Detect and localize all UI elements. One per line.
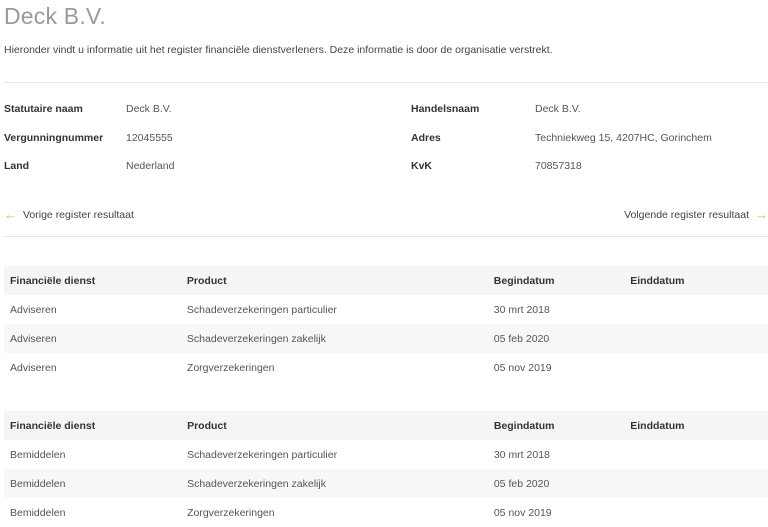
- vergunningnummer-value: 12045555: [126, 132, 173, 144]
- col-header-einddatum: Einddatum: [624, 411, 768, 440]
- table-row: Bemiddelen Zorgverzekeringen 05 nov 2019: [4, 498, 768, 527]
- services-table-adviseren: Financiële dienst Product Begindatum Ein…: [4, 266, 768, 382]
- divider: [4, 82, 768, 83]
- divider: [4, 236, 768, 237]
- cell-product: Schadeverzekeringen zakelijk: [181, 469, 488, 498]
- kvk-value: 70857318: [535, 160, 582, 172]
- col-header-begindatum: Begindatum: [487, 411, 625, 440]
- land-value: Nederland: [126, 160, 175, 172]
- cell-begindatum: 05 nov 2019: [493, 361, 552, 374]
- col-header-einddatum: Einddatum: [624, 266, 768, 295]
- prev-result-link[interactable]: ← Vorige register resultaat: [4, 208, 134, 221]
- cell-einddatum: [624, 353, 768, 382]
- cell-product: Zorgverzekeringen: [187, 506, 275, 519]
- cell-dienst: Bemiddelen: [4, 469, 182, 498]
- table-row: Adviseren Schadeverzekeringen particulie…: [4, 295, 768, 324]
- land-label: Land: [4, 160, 30, 172]
- cell-einddatum: [624, 469, 768, 498]
- cell-dienst: Adviseren: [10, 361, 57, 374]
- col-header-product: Product: [180, 266, 488, 295]
- col-header-financiele-dienst: Financiële dienst: [4, 411, 182, 440]
- cell-product: Schadeverzekeringen zakelijk: [180, 324, 488, 353]
- prev-result-label: Vorige register resultaat: [23, 208, 134, 221]
- cell-dienst: Bemiddelen: [10, 506, 66, 519]
- cell-dienst: Bemiddelen: [10, 448, 66, 461]
- table-row: Adviseren Zorgverzekeringen 05 nov 2019: [4, 353, 768, 382]
- cell-einddatum: [624, 498, 768, 527]
- cell-begindatum: 30 mrt 2018: [493, 448, 550, 461]
- statutaire-naam-value: Deck B.V.: [126, 103, 172, 115]
- cell-einddatum: [624, 324, 768, 353]
- vergunningnummer-label: Vergunningnummer: [4, 132, 104, 144]
- services-table-bemiddelen: Financiële dienst Product Begindatum Ein…: [4, 411, 768, 527]
- cell-product: Schadeverzekeringen particulier: [187, 448, 338, 461]
- cell-dienst: Adviseren: [10, 303, 57, 316]
- next-result-link[interactable]: Volgende register resultaat →: [624, 208, 768, 221]
- cell-begindatum: 30 mrt 2018: [493, 303, 550, 316]
- handelsnaam-label: Handelsnaam: [411, 103, 480, 115]
- next-result-label: Volgende register resultaat: [624, 208, 749, 221]
- handelsnaam-value: Deck B.V.: [535, 103, 581, 115]
- table-header-row: Financiële dienst Product Begindatum Ein…: [4, 266, 768, 295]
- statutaire-naam-label: Statutaire naam: [4, 103, 83, 115]
- adres-label: Adres: [411, 132, 441, 144]
- cell-dienst: Adviseren: [4, 324, 181, 353]
- table-header-row: Financiële dienst Product Begindatum Ein…: [4, 411, 768, 440]
- adres-value: Techniekweg 15, 4207HC, Gorinchem: [535, 132, 712, 144]
- arrow-left-icon: ←: [4, 207, 17, 222]
- col-header-begindatum: Begindatum: [487, 266, 625, 295]
- table-row: Bemiddelen Schadeverzekeringen zakelijk …: [4, 469, 768, 498]
- col-header-product: Product: [181, 411, 488, 440]
- page-title: Deck B.V.: [4, 3, 106, 29]
- kvk-label: KvK: [411, 160, 433, 172]
- col-header-financiele-dienst: Financiële dienst: [4, 266, 181, 295]
- register-page: Deck B.V. Hieronder vindt u informatie u…: [0, 0, 768, 526]
- table-row: Adviseren Schadeverzekeringen zakelijk 0…: [4, 324, 768, 353]
- cell-einddatum: [624, 440, 768, 469]
- cell-begindatum: 05 feb 2020: [487, 469, 625, 498]
- intro-text: Hieronder vindt u informatie uit het reg…: [4, 44, 553, 56]
- arrow-right-icon: →: [755, 207, 768, 222]
- cell-begindatum: 05 feb 2020: [487, 324, 625, 353]
- table-row: Bemiddelen Schadeverzekeringen particuli…: [4, 440, 768, 469]
- cell-product: Zorgverzekeringen: [186, 361, 275, 374]
- cell-begindatum: 05 nov 2019: [493, 506, 552, 519]
- cell-product: Schadeverzekeringen particulier: [186, 303, 337, 316]
- cell-einddatum: [624, 295, 768, 324]
